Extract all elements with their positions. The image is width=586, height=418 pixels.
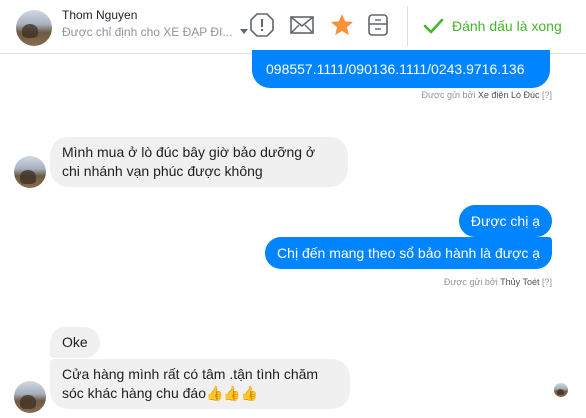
check-icon <box>423 18 444 34</box>
contact-name[interactable]: Thom Nguyen <box>62 8 137 22</box>
help-link[interactable]: [?] <box>542 90 552 100</box>
outgoing-message[interactable]: Được chị ạ <box>458 205 552 237</box>
incoming-message[interactable]: Cửa hàng mình rất có tâm .tận tình chăm … <box>50 359 350 409</box>
archive-icon[interactable] <box>365 12 391 38</box>
contact-avatar-small[interactable] <box>14 156 46 188</box>
assignment-label[interactable]: Được chỉ định cho XE ĐẠP ĐI... <box>62 25 237 39</box>
sender-name[interactable]: Thủy Toét <box>500 277 539 287</box>
outgoing-message[interactable]: Chị đến mang theo sổ bảo hành là được ạ <box>265 237 552 269</box>
seen-indicator-avatar <box>554 383 568 397</box>
sent-by-prefix: Được gửi bởi <box>421 90 476 100</box>
message-text: Cửa hàng mình rất có tâm .tận tình chăm … <box>62 366 319 401</box>
mark-done-label: Đánh dấu là xong <box>452 18 562 34</box>
help-link[interactable]: [?] <box>542 277 552 287</box>
star-icon[interactable] <box>329 12 355 38</box>
contact-avatar[interactable] <box>16 10 52 46</box>
mark-done-button[interactable]: Đánh dấu là xong <box>422 13 562 39</box>
mail-icon[interactable] <box>289 12 315 38</box>
sent-by-prefix: Được gửi bởi <box>443 277 498 287</box>
contact-avatar-small[interactable] <box>14 381 46 413</box>
incoming-message[interactable]: Mình mua ở lò đúc bây giờ bảo dưỡng ở ch… <box>50 137 348 187</box>
spam-icon[interactable] <box>249 12 275 38</box>
header-divider <box>407 6 408 46</box>
thumbs-up-icon: 👍👍👍 <box>206 385 259 401</box>
conversation-header: Thom Nguyen Được chỉ định cho XE ĐẠP ĐI.… <box>0 0 586 54</box>
assignment-dropdown-icon[interactable] <box>240 29 248 34</box>
sent-by-label: Được gửi bởi Thủy Toét [?] <box>444 277 552 287</box>
sender-name[interactable]: Xe điện Lò Đúc <box>478 90 540 100</box>
incoming-message[interactable]: Oke <box>50 327 100 358</box>
outgoing-message-phone[interactable]: 098557.1111/090136.1111/0243.9716.136 <box>252 50 550 88</box>
sent-by-label: Được gửi bởi Xe điện Lò Đúc [?] <box>422 90 552 100</box>
